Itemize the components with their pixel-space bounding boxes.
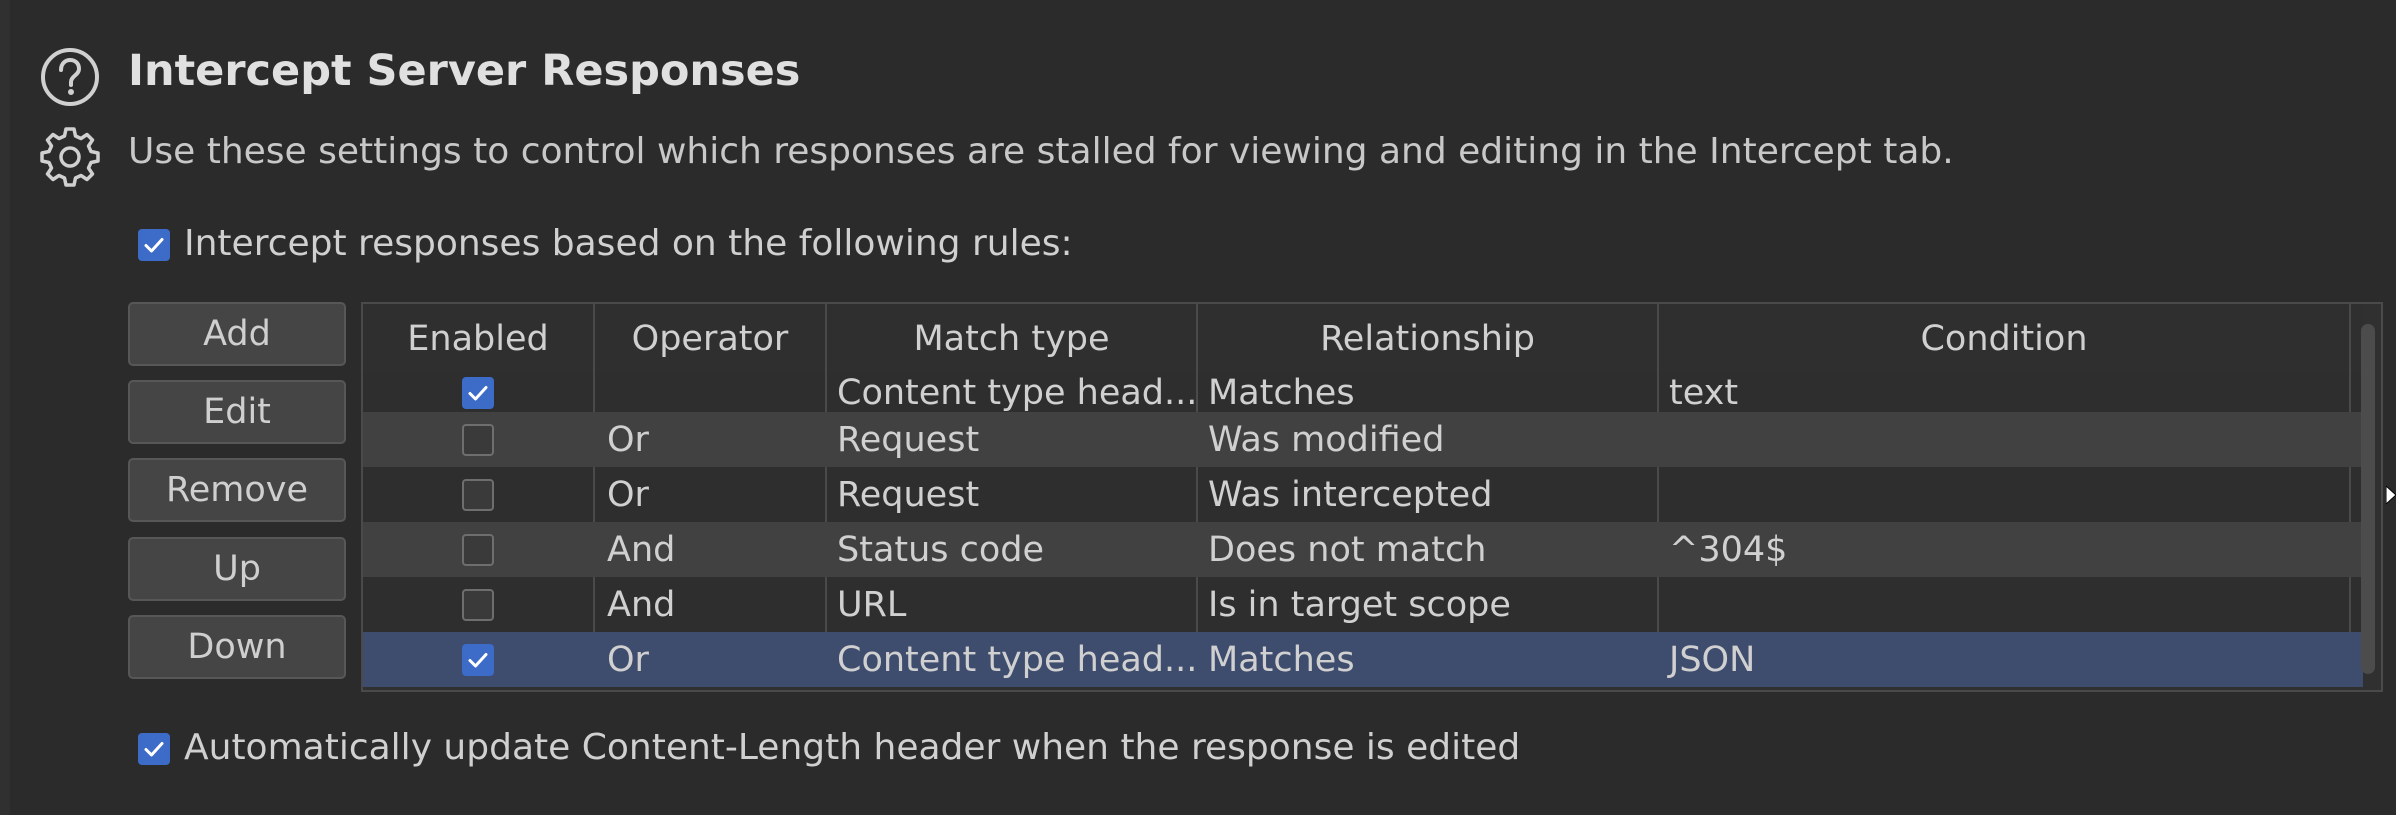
relationship-cell: Matches <box>1198 373 1659 412</box>
column-header-condition[interactable]: Condition <box>1659 304 2351 373</box>
checkmark-icon <box>468 385 488 400</box>
row-enabled-checkbox[interactable] <box>462 643 494 676</box>
page-title: Intercept Server Responses <box>128 46 801 96</box>
table-row[interactable]: Content type head... Matches text <box>363 373 2363 412</box>
auto-update-content-length-checkbox[interactable] <box>138 733 170 765</box>
gear-icon[interactable] <box>38 123 102 187</box>
table-scrollbar[interactable] <box>2361 324 2375 674</box>
condition-cell: JSON <box>1669 639 1756 680</box>
enabled-cell <box>363 467 595 522</box>
help-circle-icon[interactable] <box>38 45 102 109</box>
column-header-match-type[interactable]: Match type <box>827 304 1198 373</box>
rules-table[interactable]: Enabled Operator Match type Relationship… <box>361 302 2383 692</box>
intercept-rules-label[interactable]: Intercept responses based on the followi… <box>184 223 1073 264</box>
relationship-cell: Was modified <box>1208 419 1445 460</box>
edit-button[interactable]: Edit <box>128 380 346 444</box>
row-enabled-checkbox[interactable] <box>462 423 494 456</box>
enabled-cell <box>363 412 595 467</box>
relationship-cell: Is in target scope <box>1198 577 1659 632</box>
table-row[interactable]: Or Request Was intercepted <box>363 467 2363 522</box>
down-button[interactable]: Down <box>128 615 346 679</box>
remove-button[interactable]: Remove <box>128 458 346 522</box>
match-type-cell: Status code <box>837 529 1045 570</box>
row-enabled-checkbox[interactable] <box>462 588 494 621</box>
match-type-cell: Content type head... <box>827 373 1198 412</box>
enabled-cell <box>363 632 595 687</box>
checkmark-icon <box>468 652 488 667</box>
operator-cell <box>595 373 827 412</box>
condition-cell <box>1659 577 2351 632</box>
auto-update-content-length-label[interactable]: Automatically update Content-Length head… <box>184 727 1520 768</box>
checkmark-icon <box>144 742 164 757</box>
column-header-enabled[interactable]: Enabled <box>363 304 595 373</box>
relationship-cell: Was intercepted <box>1198 467 1659 522</box>
condition-cell <box>1659 467 2351 522</box>
row-enabled-checkbox[interactable] <box>462 376 494 409</box>
table-row[interactable]: And URL Is in target scope <box>363 577 2363 632</box>
row-enabled-checkbox[interactable] <box>462 478 494 511</box>
table-body: Content type head... Matches text Or Req… <box>363 373 2363 687</box>
table-row[interactable]: And Status code Does not match ^304$ <box>363 522 2363 577</box>
relationship-cell: Matches <box>1208 639 1355 680</box>
match-type-cell: Content type head... <box>837 639 1198 680</box>
scrollbar-thumb[interactable] <box>2361 324 2375 674</box>
condition-cell: ^304$ <box>1669 529 1788 570</box>
page-description: Use these settings to control which resp… <box>128 131 1954 172</box>
enabled-cell <box>363 577 595 632</box>
operator-cell: And <box>607 529 676 570</box>
mouse-cursor-icon <box>2386 486 2396 505</box>
add-button[interactable]: Add <box>128 302 346 366</box>
match-type-cell: Request <box>837 419 980 460</box>
intercept-rules-checkbox[interactable] <box>138 229 170 261</box>
enabled-cell <box>363 373 595 412</box>
checkmark-icon <box>144 238 164 253</box>
operator-cell: Or <box>607 419 649 460</box>
condition-cell <box>1659 412 2351 467</box>
table-row-selected[interactable]: Or Content type head... Matches JSON <box>363 632 2363 687</box>
operator-cell: Or <box>595 467 827 522</box>
left-edge-strip <box>0 0 10 815</box>
table-header: Enabled Operator Match type Relationship… <box>363 304 2363 375</box>
operator-cell: And <box>595 577 827 632</box>
relationship-cell: Does not match <box>1208 529 1487 570</box>
match-type-cell: Request <box>827 467 1198 522</box>
match-type-cell: URL <box>827 577 1198 632</box>
condition-cell: text <box>1659 373 2351 412</box>
up-button[interactable]: Up <box>128 537 346 601</box>
enabled-cell <box>363 522 595 577</box>
table-row[interactable]: Or Request Was modified <box>363 412 2363 467</box>
column-header-operator[interactable]: Operator <box>595 304 827 373</box>
column-header-relationship[interactable]: Relationship <box>1198 304 1659 373</box>
row-enabled-checkbox[interactable] <box>462 533 494 566</box>
operator-cell: Or <box>607 639 649 680</box>
